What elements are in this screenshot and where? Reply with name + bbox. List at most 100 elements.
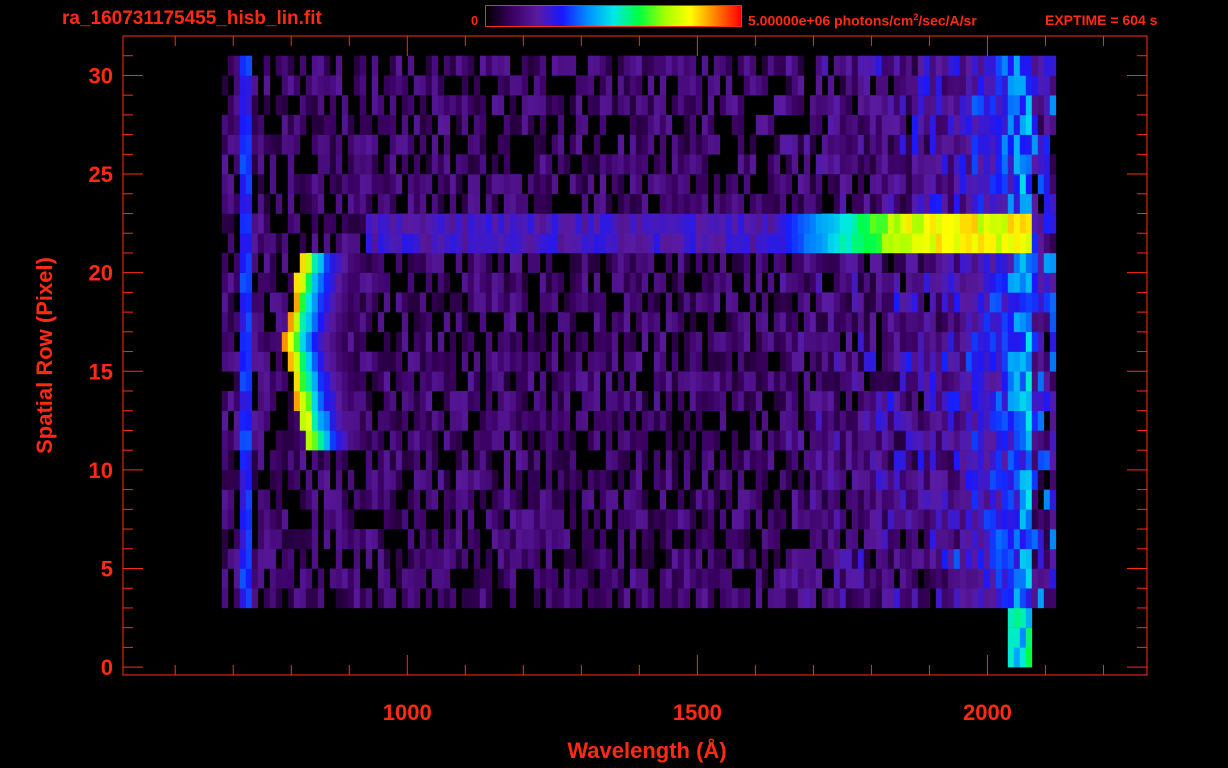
heatmap-cell <box>737 469 745 490</box>
heatmap-cell <box>497 371 505 392</box>
heatmap-cell <box>995 430 1003 451</box>
heatmap-cell <box>263 548 271 569</box>
heatmap-cell <box>635 568 643 589</box>
heatmap-cell <box>443 312 451 333</box>
heatmap-cell <box>737 588 745 609</box>
heatmap-cell <box>551 233 559 254</box>
heatmap-cell <box>695 529 703 550</box>
heatmap-cell <box>467 489 475 510</box>
heatmap-cell <box>551 568 559 589</box>
heatmap-cell <box>899 233 907 254</box>
heatmap-cell <box>521 75 529 96</box>
heatmap-cell <box>653 410 661 431</box>
heatmap-cell <box>611 272 619 293</box>
heatmap-cell <box>953 548 961 569</box>
heatmap-cell <box>275 233 283 254</box>
heatmap-cell <box>917 371 925 392</box>
heatmap-cell <box>401 233 409 254</box>
heatmap-cell <box>353 154 361 175</box>
heatmap-cell <box>665 469 673 490</box>
heatmap-cell <box>497 75 505 96</box>
heatmap-cell <box>941 351 949 372</box>
heatmap-cell <box>869 233 877 254</box>
heatmap-cell <box>905 489 913 510</box>
heatmap-cell <box>299 351 307 372</box>
heatmap-cell <box>1037 55 1045 76</box>
heatmap-cell <box>671 331 679 352</box>
heatmap-cell <box>641 154 649 175</box>
heatmap-cell <box>491 351 499 372</box>
heatmap-cell <box>575 174 583 195</box>
heatmap-cell <box>221 489 229 510</box>
heatmap-cell <box>515 213 523 234</box>
heatmap-cell <box>383 292 391 313</box>
heatmap-cell <box>563 312 571 333</box>
heatmap-cell <box>809 568 817 589</box>
heatmap-cell <box>1019 568 1027 589</box>
heatmap-cell <box>629 529 637 550</box>
heatmap-cell <box>815 95 823 116</box>
heatmap-cell <box>809 233 817 254</box>
heatmap-cell <box>647 588 655 609</box>
heatmap-cell <box>917 272 925 293</box>
heatmap-cell <box>593 193 601 214</box>
heatmap-cell <box>455 529 463 550</box>
heatmap-cell <box>437 154 445 175</box>
heatmap-cell <box>797 272 805 293</box>
heatmap-cell <box>263 55 271 76</box>
heatmap-cell <box>1013 272 1021 293</box>
heatmap-cell <box>1031 351 1039 372</box>
heatmap-cell <box>821 95 829 116</box>
heatmap-cell <box>323 391 331 411</box>
heatmap-cell <box>605 75 613 96</box>
heatmap-cell <box>599 292 607 313</box>
heatmap-cell <box>1001 154 1009 175</box>
heatmap-cell <box>269 568 277 589</box>
spectrum-plot: 1000 1500 2000051015202530 Wavelength (Å) … <box>32 35 1148 763</box>
heatmap-cell <box>953 391 961 411</box>
heatmap-cell <box>953 114 961 135</box>
heatmap-cell <box>959 55 967 76</box>
heatmap-cell <box>953 529 961 550</box>
heatmap-cell <box>743 75 751 96</box>
heatmap-cell <box>455 95 463 116</box>
heatmap-cell <box>911 548 919 569</box>
heatmap-cell <box>839 312 847 333</box>
heatmap-cell <box>389 588 397 609</box>
heatmap-cell <box>809 509 817 530</box>
heatmap-cell <box>383 410 391 431</box>
heatmap-cell <box>683 568 691 589</box>
heatmap-cell <box>605 588 613 609</box>
heatmap-cell <box>659 114 667 135</box>
heatmap-cell <box>353 529 361 550</box>
heatmap-cell <box>785 75 793 96</box>
heatmap-cell <box>971 331 979 352</box>
heatmap-cell <box>497 509 505 530</box>
heatmap-cell <box>887 233 895 254</box>
heatmap-cell <box>857 489 865 510</box>
heatmap-cell <box>893 174 901 195</box>
heatmap-cell <box>551 509 559 530</box>
heatmap-cell <box>347 371 355 392</box>
heatmap-cell <box>707 450 715 471</box>
heatmap-cell <box>899 312 907 333</box>
heatmap-cell <box>983 312 991 333</box>
heatmap-cell <box>821 588 829 609</box>
heatmap-cell <box>569 55 577 76</box>
heatmap-cell <box>245 193 253 214</box>
heatmap-cell <box>539 568 547 589</box>
heatmap-cell <box>593 371 601 392</box>
heatmap-cell <box>941 509 949 530</box>
heatmap-cell <box>821 312 829 333</box>
heatmap-cell <box>227 351 235 372</box>
heatmap-cell <box>551 134 559 155</box>
heatmap-cell <box>443 588 451 609</box>
heatmap-cell <box>479 213 487 234</box>
heatmap-cell <box>503 114 511 135</box>
heatmap-cell <box>725 529 733 550</box>
heatmap-cell <box>599 174 607 195</box>
heatmap-cell <box>881 450 889 471</box>
heatmap-cell <box>881 469 889 490</box>
heatmap-cell <box>407 529 415 550</box>
heatmap-cell <box>899 509 907 530</box>
